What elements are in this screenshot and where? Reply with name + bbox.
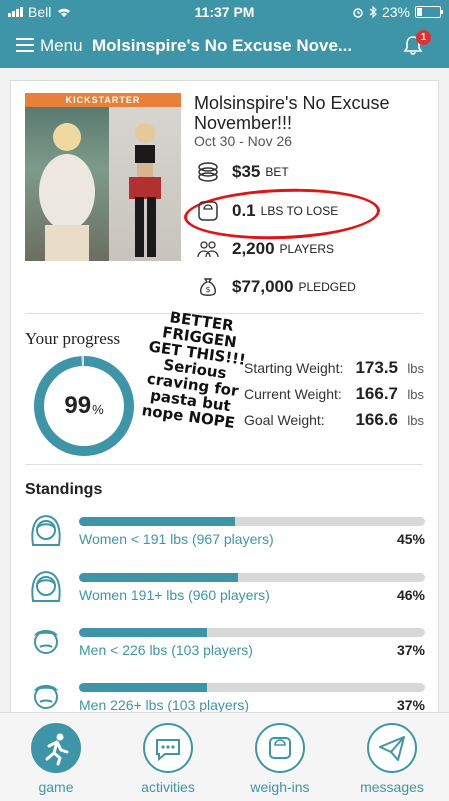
svg-text:$: $ <box>205 285 210 294</box>
tab-activities-label: activities <box>141 779 195 795</box>
status-bar: Bell 11:37 PM 23% <box>0 0 449 24</box>
divider <box>25 464 423 465</box>
game-title: Molsinspire's No Excuse November!!! <box>194 93 390 133</box>
tab-game[interactable]: game <box>11 719 101 799</box>
current-weight-label: Current Weight: <box>244 386 342 402</box>
standing-row[interactable]: Men < 226 lbs (103 players) 37% <box>25 622 425 668</box>
battery-percent: 23% <box>381 4 410 20</box>
tab-weigh-ins[interactable]: weigh-ins <box>235 719 325 799</box>
standing-percent: 37% <box>396 642 425 658</box>
tab-activities[interactable]: activities <box>123 719 213 799</box>
woman-avatar-icon <box>31 570 61 602</box>
standing-row[interactable]: Women 191+ lbs (960 players) 46% <box>25 567 425 613</box>
pledged-value: $77,000 <box>232 277 294 296</box>
tab-game-label: game <box>38 779 74 795</box>
current-weight-value: 166.7 <box>355 384 398 403</box>
progress-percent-value: 99 <box>64 392 92 419</box>
standings-label: Standings <box>25 481 103 498</box>
tab-messages[interactable]: messages <box>347 719 437 799</box>
page-title: Molsinspire's No Excuse Nove... <box>92 36 353 55</box>
pledged-row: $ $77,000 PLEDGED <box>196 274 356 300</box>
goal-weight-value: 166.6 <box>355 410 398 429</box>
notification-badge: 1 <box>416 30 431 45</box>
before-photo <box>25 107 109 261</box>
weight-unit: lbs <box>407 413 424 428</box>
to-lose-value: 0.1 <box>232 201 256 220</box>
players-icon <box>197 241 219 258</box>
standing-bar-fill <box>79 517 235 526</box>
bet-value: $35 <box>232 162 261 181</box>
runner-icon <box>31 723 81 773</box>
standing-label: Women 191+ lbs (960 players) <box>79 587 270 603</box>
progress-percent-sign: % <box>92 401 104 417</box>
woman-avatar-icon <box>31 514 61 546</box>
goal-weight-label: Goal Weight: <box>244 412 325 428</box>
bluetooth-icon <box>369 6 377 18</box>
scale-icon <box>198 201 218 221</box>
man-avatar-icon <box>34 685 58 709</box>
game-card: KICKSTARTER Molsinspire's No Excuse Nove… <box>10 80 439 722</box>
current-weight-row: Current Weight: 166.7 lbs <box>244 384 424 404</box>
standing-percent: 46% <box>396 587 425 603</box>
bet-label: BET <box>265 165 289 179</box>
standing-bar-fill <box>79 628 208 637</box>
progress-percent: 99% <box>31 353 137 459</box>
players-value: 2,200 <box>232 239 275 258</box>
alarm-icon <box>353 8 363 18</box>
standing-percent: 37% <box>396 697 425 713</box>
weight-unit: lbs <box>407 361 424 376</box>
chat-icon <box>143 723 193 773</box>
standing-bar <box>79 628 425 637</box>
handwritten-note: BETTER FRIGGEN GET THIS!!! Serious cravi… <box>132 306 258 432</box>
standing-bar <box>79 683 425 692</box>
weight-unit: lbs <box>407 387 424 402</box>
man-avatar-icon <box>34 630 58 654</box>
goal-weight-row: Goal Weight: 166.6 lbs <box>244 410 424 430</box>
standing-bar <box>79 517 425 526</box>
app-header: Menu Molsinspire's No Excuse Nove... 1 <box>0 24 449 68</box>
coins-icon <box>198 162 218 182</box>
to-lose-row: 0.1 LBS TO LOSE <box>196 198 338 224</box>
game-dates: Oct 30 - Nov 26 <box>194 133 293 149</box>
standing-bar-fill <box>79 573 239 582</box>
standing-label: Men 226+ lbs (103 players) <box>79 697 250 713</box>
battery-level <box>417 8 423 16</box>
starting-weight-row: Starting Weight: 173.5 lbs <box>244 358 424 378</box>
menu-icon[interactable] <box>16 38 34 52</box>
money-bag-icon: $ <box>200 278 216 296</box>
standing-label: Women < 191 lbs (967 players) <box>79 531 274 547</box>
game-image[interactable]: KICKSTARTER <box>25 93 181 261</box>
starting-weight-label: Starting Weight: <box>244 360 344 376</box>
standing-label: Men < 226 lbs (103 players) <box>79 642 253 658</box>
starting-weight-value: 173.5 <box>355 358 398 377</box>
bet-row: $35 BET <box>196 159 289 185</box>
standing-percent: 45% <box>396 531 425 547</box>
paper-plane-icon <box>367 723 417 773</box>
after-photo <box>109 107 181 261</box>
tab-weigh-ins-label: weigh-ins <box>250 779 310 795</box>
scale-icon <box>255 723 305 773</box>
to-lose-label: LBS TO LOSE <box>260 204 339 218</box>
players-label: PLAYERS <box>279 242 335 256</box>
kickstarter-banner: KICKSTARTER <box>25 93 181 107</box>
standing-bar-fill <box>79 683 208 692</box>
tab-messages-label: messages <box>360 779 424 795</box>
pledged-label: PLEDGED <box>298 280 356 294</box>
divider <box>25 313 423 314</box>
progress-label: Your progress <box>25 329 121 348</box>
menu-button[interactable]: Menu <box>40 36 83 56</box>
tab-bar: game activities weigh-ins messages <box>0 712 449 801</box>
standing-bar <box>79 573 425 582</box>
standing-row[interactable]: Women < 191 lbs (967 players) 45% <box>25 511 425 557</box>
battery-icon <box>415 6 443 18</box>
players-row: 2,200 PLAYERS <box>196 236 334 262</box>
